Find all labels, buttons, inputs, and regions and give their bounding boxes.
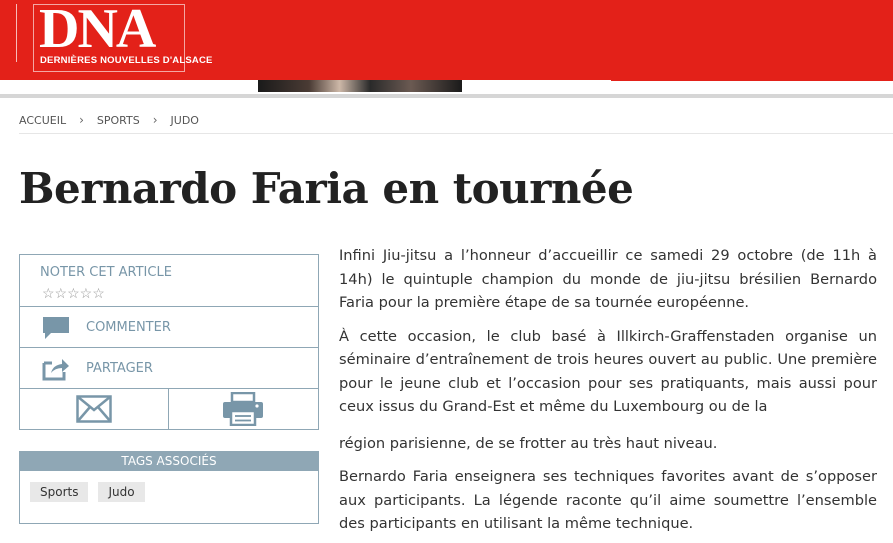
article-paragraph: Bernardo Faria enseignera ses techniques… <box>339 468 877 532</box>
comment-label: COMMENTER <box>86 320 171 335</box>
ad-image[interactable] <box>258 80 462 92</box>
breadcrumb-sports[interactable]: SPORTS <box>97 114 140 127</box>
email-button[interactable] <box>20 389 169 429</box>
breadcrumb-separator: › <box>152 113 158 127</box>
header-divider <box>16 4 17 62</box>
share-label: PARTAGER <box>86 361 153 376</box>
print-icon <box>223 392 263 426</box>
breadcrumb: ACCUEIL › SPORTS › JUDO <box>19 113 199 127</box>
print-button[interactable] <box>169 389 318 429</box>
breadcrumb-separator: › <box>79 113 84 127</box>
article-tools: NOTER CET ARTICLE ☆☆☆☆☆ COMMENTER PARTAG… <box>19 254 319 430</box>
ad-divider <box>611 80 893 81</box>
comment-button[interactable]: COMMENTER <box>20 307 318 348</box>
article-paragraph: région parisienne, de se frotter au très… <box>339 434 718 452</box>
article-body: Infini Jiu-jitsu a l’honneur d’accueilli… <box>339 244 877 543</box>
email-icon <box>76 395 112 423</box>
tags-heading: TAGS ASSOCIÉS <box>20 452 318 471</box>
share-icon <box>42 357 70 381</box>
breadcrumb-judo[interactable]: JUDO <box>171 114 199 127</box>
tags-list: Sports Judo <box>30 482 145 502</box>
article-paragraph: Infini Jiu-jitsu a l’honneur d’accueilli… <box>339 247 877 311</box>
tag-sports[interactable]: Sports <box>30 482 89 502</box>
comment-icon <box>42 316 70 340</box>
share-button[interactable]: PARTAGER <box>20 348 318 389</box>
tool-actions <box>20 389 318 429</box>
related-tags: TAGS ASSOCIÉS Sports Judo <box>19 451 319 524</box>
article-title: Bernardo Faria en tournée <box>19 164 634 213</box>
logo-mark: DNA <box>39 0 156 60</box>
tag-judo[interactable]: Judo <box>98 482 145 502</box>
rate-article-label: NOTER CET ARTICLE <box>40 265 172 280</box>
site-header: DNA DERNIÈRES NOUVELLES D'ALSACE <box>0 0 893 80</box>
rate-article: NOTER CET ARTICLE ☆☆☆☆☆ <box>20 255 318 307</box>
breadcrumb-rule <box>19 133 893 134</box>
rating-stars[interactable]: ☆☆☆☆☆ <box>42 285 105 302</box>
breadcrumb-home[interactable]: ACCUEIL <box>19 114 66 127</box>
article-paragraph: À cette occasion, le club basé à Illkirc… <box>339 327 877 416</box>
logo-subtitle: DERNIÈRES NOUVELLES D'ALSACE <box>40 55 213 66</box>
site-logo[interactable]: DNA DERNIÈRES NOUVELLES D'ALSACE <box>33 0 212 72</box>
header-band <box>0 94 893 98</box>
